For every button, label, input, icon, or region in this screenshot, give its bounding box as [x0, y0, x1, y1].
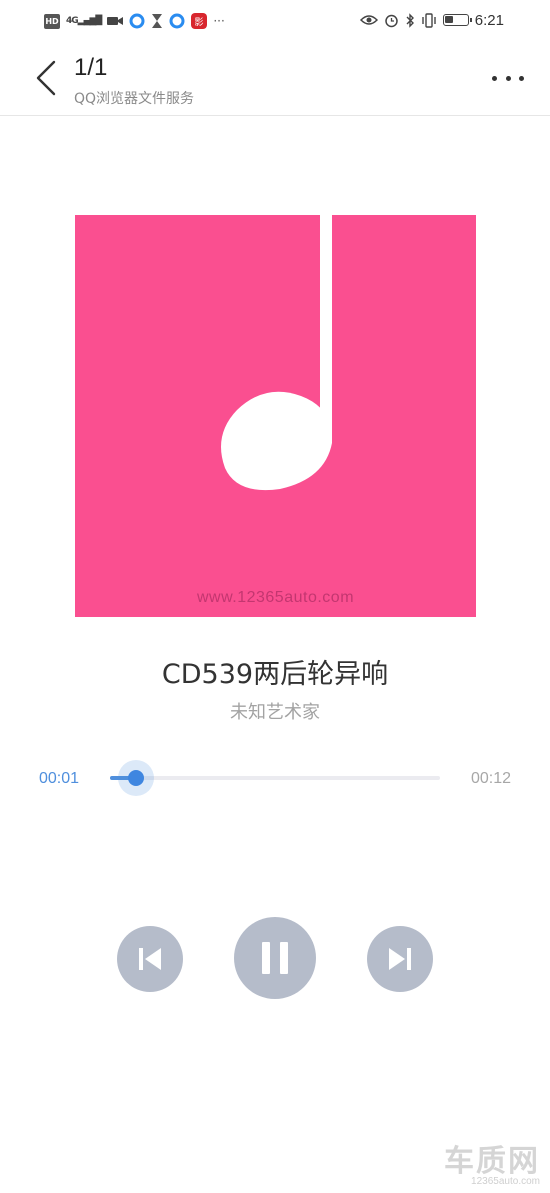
bluetooth-icon	[406, 12, 414, 28]
alarm-icon	[385, 14, 398, 27]
skip-next-icon	[389, 948, 411, 970]
progress-thumb-dot	[128, 770, 145, 786]
watermark: www.12365auto.com	[196, 589, 355, 606]
clock: 6:21	[474, 11, 504, 29]
app-header: 1/1 QQ浏览器文件服务	[0, 40, 550, 116]
dot	[505, 75, 511, 81]
dot	[519, 75, 524, 81]
artist-name: 未知艺术家	[230, 702, 320, 723]
svg-text:影: 影	[195, 17, 204, 28]
skip-previous-icon	[139, 948, 161, 970]
pause-icon	[262, 942, 288, 974]
status-bar-right: 6:21	[359, 10, 504, 30]
progress-thumb[interactable]	[118, 760, 155, 796]
battery-icon	[442, 14, 472, 26]
back-button[interactable]	[28, 56, 68, 100]
next-button[interactable]	[367, 926, 433, 992]
current-time: 00:01	[39, 770, 80, 787]
dot	[492, 75, 497, 81]
song-title: CD539两后轮异响	[161, 659, 389, 690]
corner-logo-text: 车质网	[444, 1144, 540, 1179]
chevron-left-icon	[36, 60, 56, 96]
app-icon: 影	[191, 13, 208, 29]
progress-slider[interactable]	[110, 760, 440, 796]
page-subtitle: QQ浏览器文件服务	[74, 91, 195, 107]
hd-badge: HD	[44, 13, 60, 29]
pause-button[interactable]	[234, 917, 316, 999]
eye-icon	[359, 15, 378, 25]
total-time: 00:12	[470, 770, 511, 787]
status-bar: HD 4G ▂▄▆█ 影 ··· 6:21	[0, 0, 550, 40]
more-options-button[interactable]	[488, 66, 528, 90]
status-bar-left: HD 4G ▂▄▆█ 影 ···	[44, 11, 225, 31]
vibrate-icon	[422, 12, 436, 28]
browser-icon	[129, 13, 145, 29]
hourglass-icon	[152, 14, 163, 28]
network-label: 4G ▂▄▆█	[66, 16, 102, 26]
video-camera-icon	[107, 17, 124, 25]
browser-icon	[169, 13, 185, 29]
page-title: 1/1	[74, 54, 108, 81]
album-cover: www.12365auto.com	[75, 215, 476, 617]
music-note-icon	[221, 215, 332, 491]
corner-logo: 车质网 12365auto.com	[444, 1136, 540, 1187]
more-dots-icon: ···	[213, 14, 225, 28]
previous-button[interactable]	[117, 926, 183, 992]
